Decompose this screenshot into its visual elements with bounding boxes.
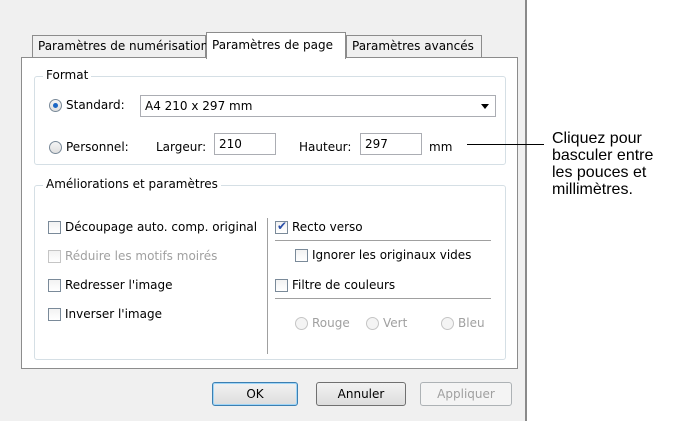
straighten-label: Redresser l'image xyxy=(65,278,173,292)
callout-text: Cliquez pour basculer entre les pouces e… xyxy=(552,130,686,198)
custom-radio[interactable]: Personnel: xyxy=(49,140,129,154)
straighten-checkbox[interactable]: Redresser l'image xyxy=(48,278,173,292)
blue-label: Bleu xyxy=(458,316,485,330)
height-input[interactable]: 297 xyxy=(360,133,422,155)
duplex-divider xyxy=(275,240,491,241)
color-filter-checkbox[interactable]: Filtre de couleurs xyxy=(275,278,395,292)
callout-line-3: les pouces et xyxy=(552,164,647,181)
auto-crop-label: Découpage auto. comp. original xyxy=(65,220,258,234)
enhancements-legend: Améliorations et paramètres xyxy=(43,177,221,191)
auto-crop-checkbox[interactable]: Découpage auto. comp. original xyxy=(48,220,257,234)
radio-disabled-icon xyxy=(441,316,454,330)
red-radio[interactable]: Rouge xyxy=(295,316,350,330)
callout-line xyxy=(467,144,544,145)
moire-checkbox[interactable]: Réduire les motifs moirés xyxy=(48,249,217,263)
standard-size-value: A4 210 x 297 mm xyxy=(145,99,253,113)
checkbox-icon xyxy=(295,248,308,262)
ignore-blank-checkbox[interactable]: Ignorer les originaux vides xyxy=(295,248,471,262)
green-label: Vert xyxy=(383,316,408,330)
tab-scan-settings[interactable]: Paramètres de numérisation xyxy=(32,35,208,58)
duplex-checkbox[interactable]: Recto verso xyxy=(275,219,363,234)
standard-radio[interactable]: Standard: xyxy=(49,98,125,112)
checkbox-icon xyxy=(48,220,61,234)
column-divider xyxy=(267,218,268,354)
cancel-button[interactable]: Annuler xyxy=(316,382,406,406)
color-filter-divider xyxy=(275,298,491,299)
standard-label: Standard: xyxy=(66,98,125,112)
unit-toggle[interactable]: mm xyxy=(429,140,452,154)
radio-unselected-icon xyxy=(49,140,62,154)
red-label: Rouge xyxy=(312,316,350,330)
checkbox-checked-icon xyxy=(275,219,288,234)
ok-button[interactable]: OK xyxy=(212,382,298,406)
green-radio[interactable]: Vert xyxy=(366,316,407,330)
tab-page-settings[interactable]: Paramètres de page xyxy=(206,32,346,59)
checkbox-icon xyxy=(275,278,288,292)
radio-disabled-icon xyxy=(366,316,379,330)
width-label: Largeur: xyxy=(156,140,207,154)
custom-label: Personnel: xyxy=(66,140,129,154)
checkbox-icon xyxy=(48,307,61,321)
height-label: Hauteur: xyxy=(299,140,352,154)
tab-advanced-settings[interactable]: Paramètres avancés xyxy=(346,35,482,58)
checkbox-icon xyxy=(48,249,61,263)
callout-line-1: Cliquez pour xyxy=(552,130,642,147)
width-input[interactable]: 210 xyxy=(214,133,276,155)
blue-radio[interactable]: Bleu xyxy=(441,316,485,330)
apply-button[interactable]: Appliquer xyxy=(420,382,512,406)
callout-line-2: basculer entre xyxy=(552,147,654,164)
radio-selected-icon xyxy=(49,98,62,112)
duplex-label: Recto verso xyxy=(292,220,363,234)
invert-label: Inverser l'image xyxy=(65,307,162,321)
ignore-blank-label: Ignorer les originaux vides xyxy=(312,248,472,262)
checkbox-icon xyxy=(48,278,61,292)
chevron-down-icon xyxy=(481,104,489,109)
callout-line-4: millimètres. xyxy=(552,181,633,198)
moire-label: Réduire les motifs moirés xyxy=(65,249,218,263)
enhancements-group: Améliorations et paramètres xyxy=(34,177,506,360)
color-filter-label: Filtre de couleurs xyxy=(292,278,396,292)
radio-disabled-icon xyxy=(295,316,308,330)
format-legend: Format xyxy=(43,68,92,82)
page-settings-dialog: Paramètres de numérisation Paramètres de… xyxy=(0,0,527,421)
invert-checkbox[interactable]: Inverser l'image xyxy=(48,307,162,321)
standard-size-select[interactable]: A4 210 x 297 mm xyxy=(140,95,496,117)
